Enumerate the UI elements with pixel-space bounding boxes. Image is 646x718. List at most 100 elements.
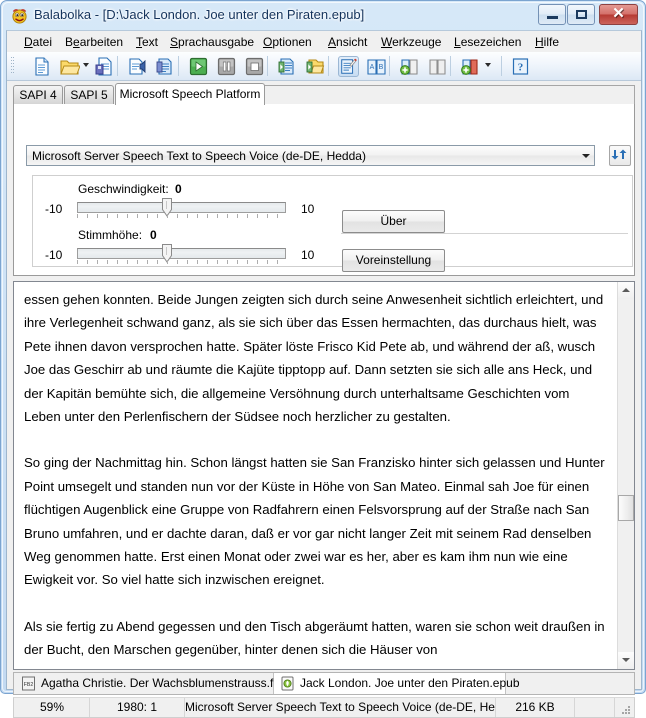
- pitch-slider-max: 10: [301, 248, 315, 262]
- button-group-divider: [341, 233, 628, 234]
- status-character-position: 1980: 1: [90, 698, 185, 717]
- save-file-icon[interactable]: [93, 56, 114, 77]
- menu-optionen[interactable]: Optionen: [260, 34, 315, 50]
- rate-slider-min: -10: [45, 202, 63, 216]
- open-file-icon[interactable]: [59, 56, 80, 77]
- pitch-slider[interactable]: [77, 248, 286, 259]
- editor-paragraph: essen gehen konnten. Beide Jungen zeigte…: [24, 292, 604, 425]
- window-title: Balabolka - [D:\Jack London. Joe unter d…: [34, 7, 365, 22]
- document-tab-bar: FB2 Agatha Christie. Der Wachsblumenstra…: [13, 672, 635, 695]
- toolbar-separator: [328, 56, 329, 76]
- read-aloud-file-icon[interactable]: [127, 56, 148, 77]
- voice-select-dropdown-button[interactable]: [577, 146, 594, 165]
- menu-datei[interactable]: Datei: [21, 34, 55, 50]
- doc-tab-label: Jack London. Joe unter den Piraten.epub: [300, 676, 520, 690]
- menu-text[interactable]: Text: [133, 34, 161, 50]
- rate-slider-value: 0: [175, 182, 182, 196]
- new-document-icon[interactable]: [31, 56, 52, 77]
- save-audio-file-icon[interactable]: [155, 56, 176, 77]
- title-bar: Balabolka - [D:\Jack London. Joe unter d…: [1, 1, 646, 30]
- resize-grip[interactable]: [620, 704, 632, 716]
- rate-pitch-groupbox: Geschwindigkeit: 0 -10 10 Stimmhöhe: 0 -…: [32, 175, 633, 267]
- status-extra-1: [575, 698, 615, 717]
- editor-paragraph: Als sie fertig zu Abend gegessen und den…: [24, 618, 605, 658]
- refresh-voices-button[interactable]: [609, 145, 631, 166]
- balabolka-face-icon: [12, 9, 27, 24]
- toolbar-separator: [267, 56, 268, 76]
- stop-icon[interactable]: [244, 56, 265, 77]
- minimize-icon: [546, 16, 558, 19]
- doc-tab-joe-unter-den-piraten[interactable]: Jack London. Joe unter den Piraten.epub: [274, 673, 520, 694]
- status-file-size: 216 KB: [496, 698, 575, 717]
- tab-sapi-5[interactable]: SAPI 5: [64, 85, 114, 105]
- doc-tab-label: Agatha Christie. Der Wachsblumenstrauss.…: [41, 676, 287, 690]
- refresh-arrows-icon: [611, 149, 627, 160]
- add-dictionary-icon[interactable]: [460, 56, 481, 77]
- scroll-down-arrow-icon: [622, 658, 630, 662]
- minimize-button[interactable]: [538, 4, 566, 25]
- epub-file-icon: [281, 676, 294, 691]
- toolbar-separator: [450, 56, 451, 76]
- preset-button[interactable]: Voreinstellung: [342, 249, 445, 272]
- open-file-dropdown-arrow[interactable]: [83, 63, 89, 67]
- add-bookmark-icon[interactable]: [399, 56, 420, 77]
- pause-icon[interactable]: [216, 56, 237, 77]
- menu-werkzeuge[interactable]: Werkzeuge: [378, 34, 444, 50]
- scrollbar-thumb[interactable]: [618, 495, 634, 521]
- dictionary-dropdown-arrow[interactable]: [485, 63, 491, 67]
- editor-vertical-scrollbar[interactable]: [617, 282, 634, 669]
- scroll-up-arrow-icon: [622, 288, 630, 292]
- status-zoom-level: 59%: [15, 698, 90, 717]
- svg-text:B: B: [379, 64, 384, 71]
- status-current-voice: Microsoft Server Speech Text to Speech V…: [185, 698, 496, 717]
- chevron-down-icon: [582, 154, 590, 158]
- toolbar: A B ?: [7, 52, 641, 81]
- compare-text-icon[interactable]: A B: [366, 56, 387, 77]
- doc-tab-wachsblumenstrauss[interactable]: FB2 Agatha Christie. Der Wachsblumenstra…: [15, 673, 287, 694]
- pitch-slider-value: 0: [150, 228, 157, 242]
- rate-slider-ticks: [77, 214, 286, 218]
- menu-sprachausgabe[interactable]: Sprachausgabe: [167, 34, 257, 50]
- tab-sapi-4[interactable]: SAPI 4: [13, 85, 63, 105]
- svg-text:FB2: FB2: [24, 682, 34, 688]
- tab-microsoft-speech-platform[interactable]: Microsoft Speech Platform: [115, 83, 265, 105]
- fb2-file-icon: FB2: [22, 676, 35, 691]
- engine-tab-strip: SAPI 4 SAPI 5 Microsoft Speech Platform: [13, 83, 635, 105]
- menu-ansicht[interactable]: Ansicht: [325, 34, 370, 50]
- editor-content[interactable]: essen gehen konnten. Beide Jungen zeigte…: [24, 288, 609, 685]
- rate-slider[interactable]: [77, 202, 286, 213]
- close-icon: ✕: [612, 6, 625, 22]
- play-icon[interactable]: [188, 56, 209, 77]
- toolbar-separator: [117, 56, 118, 76]
- close-button[interactable]: ✕: [599, 4, 638, 25]
- svg-text:?: ?: [518, 62, 524, 74]
- toolbar-separator: [178, 56, 179, 76]
- text-editor[interactable]: essen gehen konnten. Beide Jungen zeigte…: [13, 281, 635, 670]
- about-button[interactable]: Über: [342, 210, 445, 233]
- menu-lesezeichen[interactable]: Lesezeichen: [451, 34, 524, 50]
- help-icon[interactable]: ?: [510, 56, 531, 77]
- toolbar-separator: [501, 56, 502, 76]
- menu-bearbeiten[interactable]: Bearbeiten: [62, 34, 126, 50]
- menu-hilfe[interactable]: Hilfe: [532, 34, 562, 50]
- application-window: Balabolka - [D:\Jack London. Joe unter d…: [0, 0, 646, 718]
- batch-convert-icon[interactable]: [305, 56, 326, 77]
- scroll-up-button[interactable]: [618, 282, 634, 299]
- voice-select[interactable]: Microsoft Server Speech Text to Speech V…: [26, 145, 595, 166]
- toolbar-grip[interactable]: [11, 56, 16, 76]
- scroll-down-button[interactable]: [618, 652, 634, 669]
- maximize-button[interactable]: [567, 4, 595, 25]
- rate-slider-label: Geschwindigkeit:: [78, 182, 169, 196]
- edit-text-icon[interactable]: [338, 56, 359, 77]
- convert-to-audio-icon[interactable]: [277, 56, 298, 77]
- client-area: Datei Bearbeiten Text Sprachausgabe Opti…: [6, 30, 642, 718]
- bookmark-list-icon[interactable]: [427, 56, 448, 77]
- rate-slider-max: 10: [301, 202, 315, 216]
- maximize-icon: [575, 10, 587, 19]
- pitch-slider-label: Stimmhöhe:: [78, 228, 143, 242]
- status-bar: 59% 1980: 1 Microsoft Server Speech Text…: [13, 697, 635, 718]
- voice-settings-panel: Microsoft Server Speech Text to Speech V…: [13, 104, 635, 276]
- voice-select-value: Microsoft Server Speech Text to Speech V…: [32, 149, 366, 163]
- tab-strip-filler: [264, 85, 635, 105]
- svg-text:A: A: [370, 64, 375, 71]
